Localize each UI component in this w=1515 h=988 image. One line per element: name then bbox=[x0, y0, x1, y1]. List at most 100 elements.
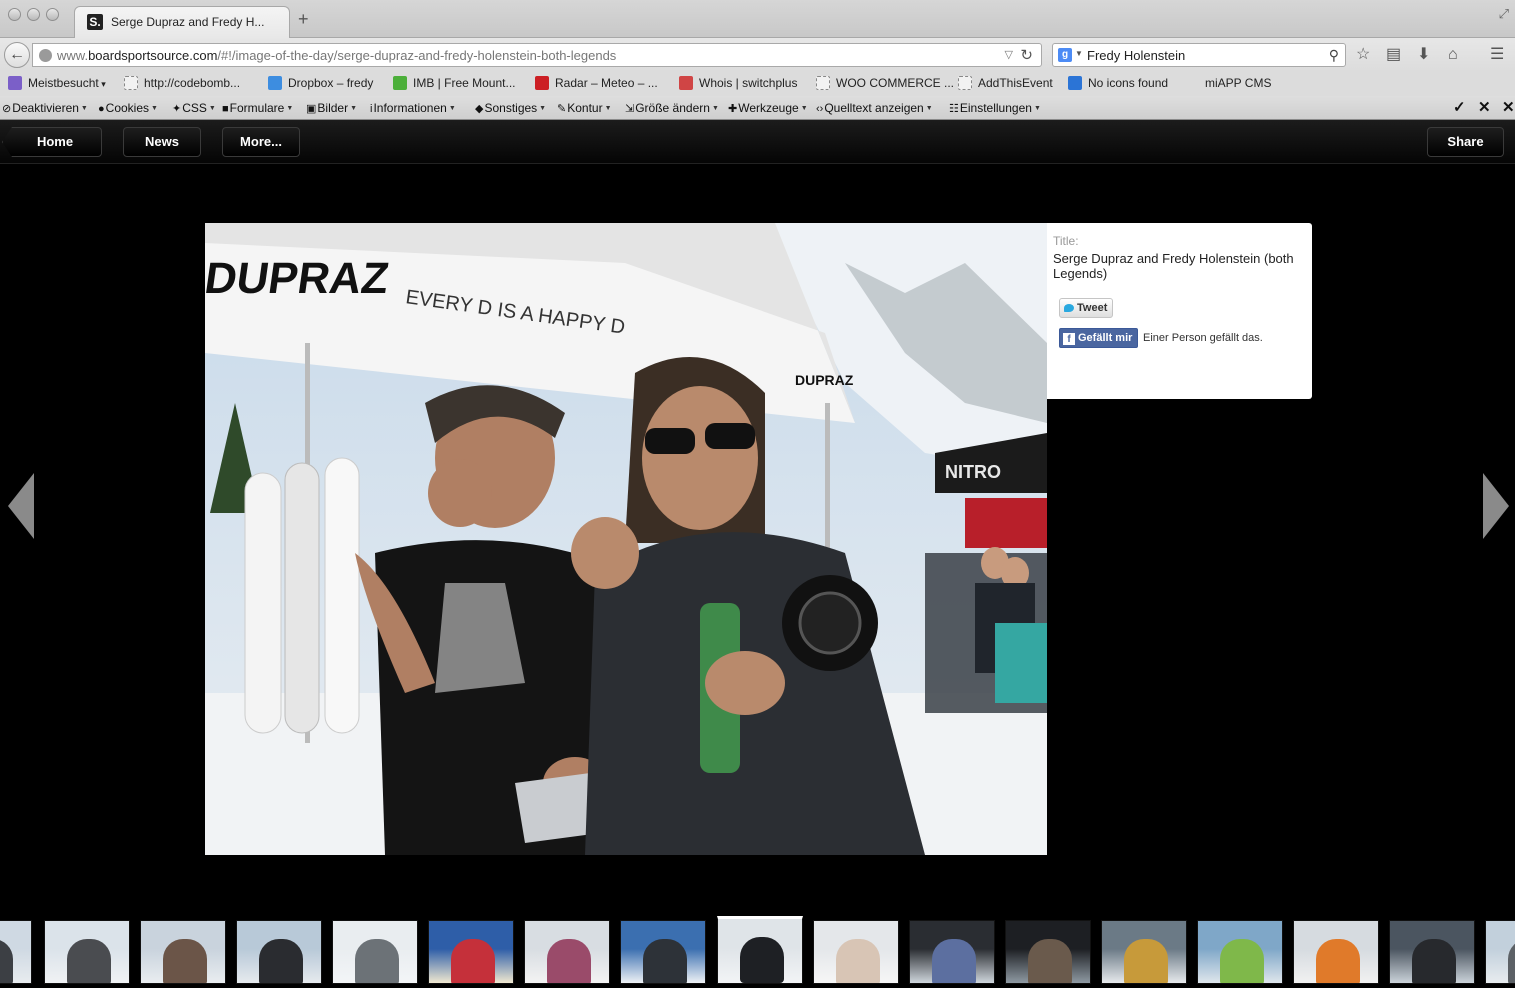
devtool-menu[interactable]: ▣Bilder ▼ bbox=[306, 101, 357, 115]
home-button[interactable]: Home bbox=[2, 127, 102, 157]
devtool-menu[interactable]: ☷Einstellungen ▼ bbox=[949, 101, 1041, 115]
previous-arrow-icon[interactable] bbox=[8, 473, 34, 539]
reload-icon[interactable]: ↻ bbox=[1020, 46, 1033, 64]
most-visited-icon bbox=[8, 76, 22, 90]
gallery-thumbnail[interactable] bbox=[0, 920, 32, 984]
gallery-thumbnail[interactable] bbox=[1005, 920, 1091, 984]
bookmark-item[interactable]: Radar – Meteo – ... bbox=[535, 76, 658, 90]
svg-text:NITRO: NITRO bbox=[945, 462, 1001, 482]
devtool-label: Sonstiges bbox=[484, 101, 538, 115]
engine-dropdown-icon[interactable]: ▼ bbox=[1075, 49, 1083, 58]
gallery-thumbnail[interactable] bbox=[524, 920, 610, 984]
thumbnail-figure bbox=[932, 939, 976, 983]
bookmark-item[interactable]: Dropbox – fredy bbox=[268, 76, 373, 90]
fullscreen-icon[interactable]: ⤢ bbox=[1499, 6, 1509, 22]
devtool-label: Informationen bbox=[373, 101, 447, 115]
sliders-icon: ☷ bbox=[949, 103, 959, 115]
close-toolbar-icon[interactable]: ✕ bbox=[1502, 98, 1515, 116]
devtool-menu[interactable]: ⇲Größe ändern ▼ bbox=[625, 101, 719, 115]
bookmark-item[interactable]: AddThisEvent bbox=[958, 76, 1053, 90]
search-icon[interactable]: ⚲ bbox=[1329, 47, 1339, 64]
check-icon[interactable]: ✓ bbox=[1453, 98, 1466, 116]
image-icon: ▣ bbox=[306, 103, 317, 115]
url-dropdown-icon[interactable]: ▽ bbox=[1005, 48, 1013, 61]
close-icon[interactable]: ✕ bbox=[1478, 98, 1491, 116]
gallery-thumbnail[interactable] bbox=[1293, 920, 1379, 984]
bookmark-item[interactable]: Whois | switchplus bbox=[679, 76, 797, 90]
devtool-menu[interactable]: iInformationen ▼ bbox=[370, 101, 456, 115]
devtool-menu[interactable]: ✦CSS ▼ bbox=[172, 101, 216, 115]
pencil-icon: ✎ bbox=[557, 103, 567, 115]
clipboard-icon[interactable]: ▤ bbox=[1386, 46, 1401, 64]
facebook-like-button[interactable]: f Gefällt mir bbox=[1059, 328, 1138, 348]
search-bar[interactable]: g ▼ Fredy Holenstein ⚲ bbox=[1052, 43, 1346, 67]
gallery-thumbnail[interactable] bbox=[813, 920, 899, 984]
news-button[interactable]: News bbox=[123, 127, 201, 157]
id-icon bbox=[1068, 76, 1082, 90]
navigation-bar: ← www.boardsportsource.com/#!/image-of-t… bbox=[0, 38, 1515, 72]
devtool-menu[interactable]: ●Cookies ▼ bbox=[98, 101, 158, 115]
like-label: Gefällt mir bbox=[1078, 332, 1133, 344]
gallery-thumbnail[interactable] bbox=[1101, 920, 1187, 984]
zoom-window-button[interactable] bbox=[46, 8, 59, 21]
gallery-thumbnail[interactable] bbox=[1389, 920, 1475, 984]
thumbnail-figure bbox=[547, 939, 591, 983]
share-button[interactable]: Share bbox=[1427, 127, 1504, 157]
download-icon[interactable]: ⬇ bbox=[1417, 46, 1430, 64]
home-icon[interactable]: ⌂ bbox=[1448, 46, 1458, 64]
chevron-down-icon: ▼ bbox=[1033, 105, 1041, 112]
globe-icon bbox=[39, 49, 52, 62]
twitter-bird-icon bbox=[1064, 304, 1074, 312]
chevron-down-icon: ▾ bbox=[98, 79, 106, 89]
gallery-thumbnail[interactable] bbox=[44, 920, 130, 984]
bookmark-item[interactable]: Meistbesucht ▾ bbox=[8, 76, 106, 90]
new-tab-icon[interactable]: + bbox=[298, 10, 309, 28]
bookmark-label: Radar – Meteo – ... bbox=[555, 76, 658, 90]
browser-tab[interactable]: S. Serge Dupraz and Fredy H... bbox=[74, 6, 290, 38]
close-window-button[interactable] bbox=[8, 8, 21, 21]
bookmark-label: Meistbesucht bbox=[28, 76, 99, 90]
back-arrow-icon[interactable]: ← bbox=[4, 42, 30, 68]
thumbnail-figure bbox=[1028, 939, 1072, 983]
url-bar[interactable]: www.boardsportsource.com/#!/image-of-the… bbox=[32, 43, 1042, 67]
gallery-thumbnail[interactable] bbox=[717, 916, 803, 984]
devtool-menu[interactable]: ⊘Deaktivieren ▼ bbox=[2, 101, 88, 115]
devtool-menu[interactable]: ◆Sonstiges ▼ bbox=[475, 101, 546, 115]
devtool-menu[interactable]: ✎Kontur ▼ bbox=[557, 101, 612, 115]
bookmark-item[interactable]: http://codebomb... bbox=[124, 76, 240, 90]
gallery-thumbnail[interactable] bbox=[1197, 920, 1283, 984]
url-text[interactable]: www.boardsportsource.com/#!/image-of-the… bbox=[57, 48, 616, 63]
devtool-menu[interactable]: ✚Werkzeuge ▼ bbox=[728, 101, 808, 115]
gallery-thumbnail[interactable] bbox=[428, 920, 514, 984]
star-icon[interactable]: ☆ bbox=[1356, 46, 1370, 64]
devtool-label: Einstellungen bbox=[959, 101, 1032, 115]
gallery-thumbnail[interactable] bbox=[620, 920, 706, 984]
bookmark-item[interactable]: miAPP CMS bbox=[1205, 76, 1271, 90]
menu-icon[interactable]: ☰ bbox=[1490, 46, 1504, 64]
resize-icon: ⇲ bbox=[625, 103, 635, 115]
bookmark-item[interactable]: No icons found bbox=[1068, 76, 1168, 90]
gallery-thumbnail[interactable] bbox=[1485, 920, 1515, 984]
gallery-thumbnail[interactable] bbox=[236, 920, 322, 984]
devtool-label: CSS bbox=[182, 101, 207, 115]
thumbnail-figure bbox=[355, 939, 399, 983]
devtool-menu[interactable]: ■Formulare ▼ bbox=[222, 101, 293, 115]
devtool-menu[interactable]: ‹›Quelltext anzeigen ▼ bbox=[816, 101, 933, 115]
thumbnail-figure bbox=[451, 939, 495, 983]
search-input[interactable]: Fredy Holenstein bbox=[1087, 48, 1185, 63]
gallery-thumbnail[interactable] bbox=[909, 920, 995, 984]
gallery-thumbnail[interactable] bbox=[332, 920, 418, 984]
forbidden-icon: ⊘ bbox=[2, 103, 12, 115]
minimize-window-button[interactable] bbox=[27, 8, 40, 21]
devtool-label: Formulare bbox=[229, 101, 285, 115]
bookmark-item[interactable]: WOO COMMERCE ... bbox=[816, 76, 954, 90]
devtool-label: Deaktivieren bbox=[12, 101, 79, 115]
next-arrow-icon[interactable] bbox=[1483, 473, 1509, 539]
bookmark-item[interactable]: IMB | Free Mount... bbox=[393, 76, 515, 90]
devtool-label: Quelltext anzeigen bbox=[824, 101, 924, 115]
thumbnail-figure bbox=[1124, 939, 1168, 983]
more-button[interactable]: More... bbox=[222, 127, 300, 157]
gallery-thumbnail[interactable] bbox=[140, 920, 226, 984]
tweet-button[interactable]: Tweet bbox=[1059, 298, 1113, 318]
google-icon[interactable]: g bbox=[1058, 48, 1072, 62]
